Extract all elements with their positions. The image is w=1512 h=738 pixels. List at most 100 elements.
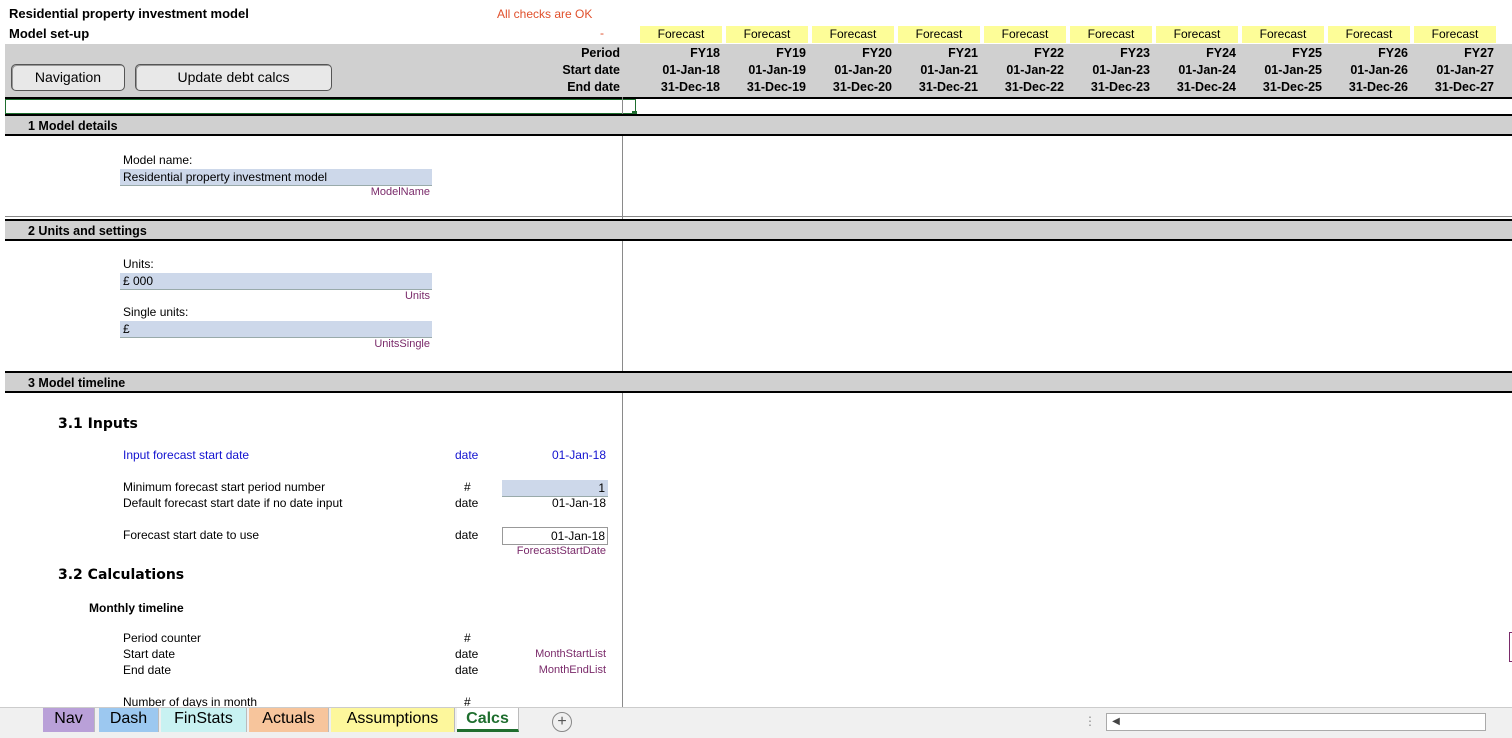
sheet-tab-bar: Nav Dash FinStats Actuals Assumptions Calcs +…: [0, 707, 1512, 738]
checks-dash: -: [600, 26, 604, 40]
forecast-flag: Forecast: [726, 26, 808, 43]
period-fy: FY18: [690, 46, 720, 60]
period-fy: FY27: [1464, 46, 1494, 60]
sheet-tab-nav[interactable]: Nav: [43, 708, 95, 732]
units-input[interactable]: £ 000: [120, 273, 432, 290]
forecast-flag: Forecast: [984, 26, 1066, 43]
period-fy: FY19: [776, 46, 806, 60]
selected-cell[interactable]: [5, 99, 636, 114]
period-end-date: 31-Dec-23: [1090, 80, 1150, 94]
period-start-date: 01-Jan-25: [1264, 63, 1322, 77]
add-sheet-icon[interactable]: +: [552, 712, 572, 732]
month-start-list-range: MonthStartList: [535, 648, 606, 660]
input-start-value[interactable]: 01-Jan-18: [500, 448, 606, 462]
checks-status: All checks are OK: [497, 7, 593, 21]
update-debt-calcs-button[interactable]: Update debt calcs: [135, 64, 332, 91]
section-divider: [5, 216, 1512, 217]
sheet-tab-actuals[interactable]: Actuals: [249, 708, 329, 732]
period-start-date: 01-Jan-23: [1092, 63, 1150, 77]
period-end-date: 31-Dec-20: [832, 80, 892, 94]
min-period-label: Minimum forecast start period number: [123, 480, 326, 494]
model-title: Residential property investment model: [9, 6, 249, 21]
period-start-date: 01-Jan-18: [662, 63, 720, 77]
model-name-range: ModelName: [370, 186, 430, 198]
freeze-pane-divider: [622, 97, 623, 707]
sheet-subtitle: Model set-up: [9, 26, 90, 41]
period-counter-label: Period counter: [123, 631, 202, 645]
single-units-range: UnitsSingle: [374, 338, 430, 350]
forecast-flag: Forecast: [1414, 26, 1496, 43]
start-date-row-label: Start date: [562, 63, 620, 77]
single-units-input[interactable]: £: [120, 321, 432, 338]
sheet-tab-calcs[interactable]: Calcs: [457, 708, 519, 732]
period-end-date: 31-Dec-24: [1176, 80, 1236, 94]
end-date-unit: date: [455, 663, 479, 677]
period-start-date: 01-Jan-22: [1006, 63, 1064, 77]
end-date-label: End date: [123, 663, 172, 677]
sheet-tab-dash[interactable]: Dash: [99, 708, 159, 732]
period-end-date: 31-Dec-18: [660, 80, 720, 94]
forecast-flag: Forecast: [1070, 26, 1152, 43]
sheet-tab-assumptions[interactable]: Assumptions: [331, 708, 455, 732]
period-start-date: 01-Jan-26: [1350, 63, 1408, 77]
start-date-label: Start date: [123, 647, 176, 661]
single-units-label: Single units:: [123, 305, 189, 319]
inputs-heading: 3.1 Inputs: [58, 416, 138, 432]
forecast-flag: Forecast: [1156, 26, 1238, 43]
use-start-unit: date: [455, 528, 479, 542]
period-fy: FY21: [948, 46, 978, 60]
period-end-date: 31-Dec-27: [1434, 80, 1494, 94]
period-end-date: 31-Dec-22: [1004, 80, 1064, 94]
period-fy: FY26: [1378, 46, 1408, 60]
section-model-details: 1 Model details: [5, 114, 1512, 136]
monthly-timeline-heading: Monthly timeline: [89, 601, 184, 615]
period-fy: FY22: [1034, 46, 1064, 60]
section-units-settings-title: 2 Units and settings: [28, 224, 147, 238]
section-model-details-title: 1 Model details: [28, 119, 118, 133]
min-period-input[interactable]: 1: [502, 480, 608, 497]
input-start-label: Input forecast start date: [123, 448, 250, 462]
input-start-unit: date: [455, 448, 479, 462]
forecast-flag: Forecast: [640, 26, 722, 43]
use-start-value: 01-Jan-18: [502, 527, 608, 545]
scroll-left-icon[interactable]: ◀: [1108, 714, 1124, 730]
navigation-button[interactable]: Navigation: [11, 64, 125, 91]
end-date-row-label: End date: [567, 80, 620, 94]
default-start-value: 01-Jan-18: [551, 496, 606, 510]
default-start-unit: date: [455, 496, 479, 510]
period-end-date: 31-Dec-25: [1262, 80, 1322, 94]
horizontal-scrollbar[interactable]: [1106, 713, 1486, 731]
start-date-unit: date: [455, 647, 479, 661]
period-counter-unit: #: [464, 631, 471, 645]
model-name-input[interactable]: Residential property investment model: [120, 169, 432, 186]
section-units-settings: 2 Units and settings: [5, 219, 1512, 241]
section-model-timeline-title: 3 Model timeline: [28, 376, 126, 390]
period-row-label: Period: [581, 46, 620, 60]
section-model-timeline: 3 Model timeline: [5, 371, 1512, 393]
forecast-flag: Forecast: [898, 26, 980, 43]
default-start-label: Default forecast start date if no date i…: [123, 496, 343, 510]
forecast-start-date-range: ForecastStartDate: [516, 545, 606, 557]
period-fy: FY23: [1120, 46, 1150, 60]
period-start-date: 01-Jan-21: [920, 63, 978, 77]
period-start-date: 01-Jan-27: [1436, 63, 1494, 77]
month-end-list-range: MonthEndList: [538, 664, 606, 676]
min-period-unit: #: [464, 480, 471, 494]
forecast-flag: Forecast: [1328, 26, 1410, 43]
tab-splitter-icon[interactable]: ⋮: [1084, 714, 1096, 728]
sheet-tab-finstats[interactable]: FinStats: [161, 708, 247, 732]
forecast-flag: Forecast: [1242, 26, 1324, 43]
period-start-date: 01-Jan-24: [1178, 63, 1236, 77]
units-range: Units: [404, 290, 430, 302]
period-end-date: 31-Dec-26: [1348, 80, 1408, 94]
units-label: Units:: [123, 257, 154, 271]
model-name-label: Model name:: [123, 153, 193, 167]
calculations-heading: 3.2 Calculations: [58, 567, 185, 583]
period-fy: FY20: [862, 46, 892, 60]
period-fy: FY25: [1292, 46, 1322, 60]
period-end-date: 31-Dec-21: [918, 80, 978, 94]
period-start-date: 01-Jan-19: [748, 63, 806, 77]
forecast-flag: Forecast: [812, 26, 894, 43]
period-end-date: 31-Dec-19: [746, 80, 806, 94]
period-start-date: 01-Jan-20: [834, 63, 892, 77]
